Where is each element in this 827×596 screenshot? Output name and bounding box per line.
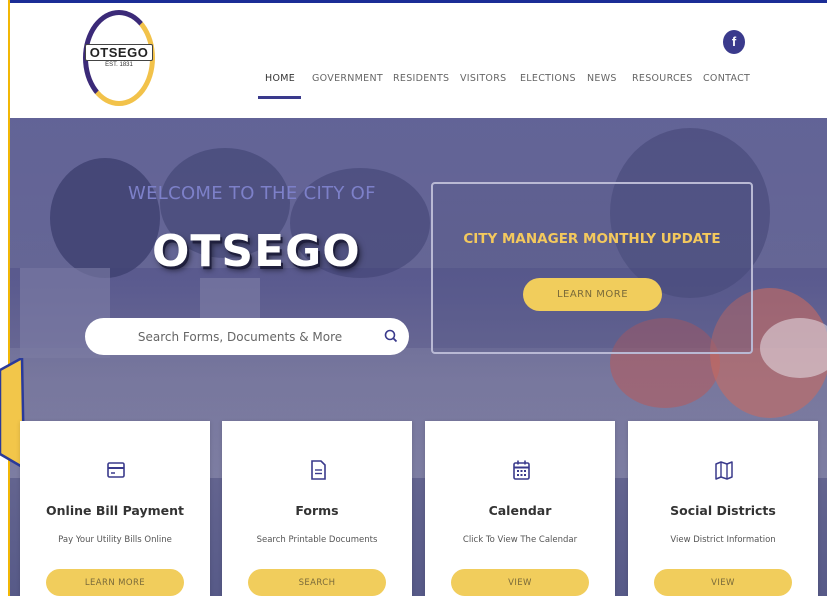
update-learn-more-button[interactable]: LEARN MORE [523, 278, 662, 311]
welcome-heading: WELCOME TO THE CITY OF [128, 183, 376, 204]
hero-tree [50, 158, 160, 278]
left-edge-bar [0, 0, 10, 596]
logo-est: EST. 1831 [105, 62, 133, 68]
search-icon[interactable] [383, 328, 399, 344]
nav-home[interactable]: HOME [265, 73, 295, 84]
nav-residents[interactable]: RESIDENTS [393, 73, 449, 84]
facebook-icon[interactable]: f [723, 30, 745, 54]
city-title: OTSEGO [152, 226, 361, 277]
card-title: Social Districts [670, 503, 776, 518]
update-title: CITY MANAGER MONTHLY UPDATE [463, 231, 721, 247]
search-box [85, 318, 409, 355]
card-subtitle: View District Information [670, 535, 776, 545]
social-districts-view-button[interactable]: VIEW [654, 569, 792, 596]
card-title: Calendar [488, 503, 552, 518]
card-subtitle: Click To View The Calendar [462, 535, 578, 545]
search-input[interactable] [105, 318, 375, 355]
card-subtitle: Pay Your Utility Bills Online [58, 535, 172, 545]
card-title: Online Bill Payment [46, 503, 184, 518]
calendar-icon [513, 460, 530, 480]
document-icon [311, 460, 326, 480]
bill-payment-learn-more-button[interactable]: LEARN MORE [46, 569, 184, 596]
card-social-districts: Social Districts View District Informati… [628, 421, 818, 596]
calendar-view-button[interactable]: VIEW [451, 569, 589, 596]
nav-government[interactable]: GOVERNMENT [312, 73, 383, 84]
nav-visitors[interactable]: VISITORS [460, 73, 506, 84]
nav-active-underline [258, 96, 301, 99]
card-subtitle: Search Printable Documents [256, 535, 378, 545]
nav-resources[interactable]: RESOURCES [632, 73, 693, 84]
card-calendar: Calendar Click To View The Calendar VIEW [425, 421, 615, 596]
card-forms: Forms Search Printable Documents SEARCH [222, 421, 412, 596]
card-title: Forms [295, 503, 339, 518]
top-border [0, 0, 827, 3]
nav-contact[interactable]: CONTACT [703, 73, 750, 84]
forms-search-button[interactable]: SEARCH [248, 569, 386, 596]
page: OTSEGO EST. 1831 f HOME GOVERNMENT RESID… [0, 0, 827, 596]
city-logo[interactable]: OTSEGO EST. 1831 [83, 10, 155, 106]
credit-card-icon [107, 462, 125, 478]
card-online-bill-payment: Online Bill Payment Pay Your Utility Bil… [20, 421, 210, 596]
nav-news[interactable]: NEWS [587, 73, 617, 84]
nav-elections[interactable]: ELECTIONS [520, 73, 576, 84]
logo-text: OTSEGO [85, 44, 153, 61]
city-manager-update-box: CITY MANAGER MONTHLY UPDATE LEARN MORE [431, 182, 753, 354]
map-icon [715, 461, 733, 480]
